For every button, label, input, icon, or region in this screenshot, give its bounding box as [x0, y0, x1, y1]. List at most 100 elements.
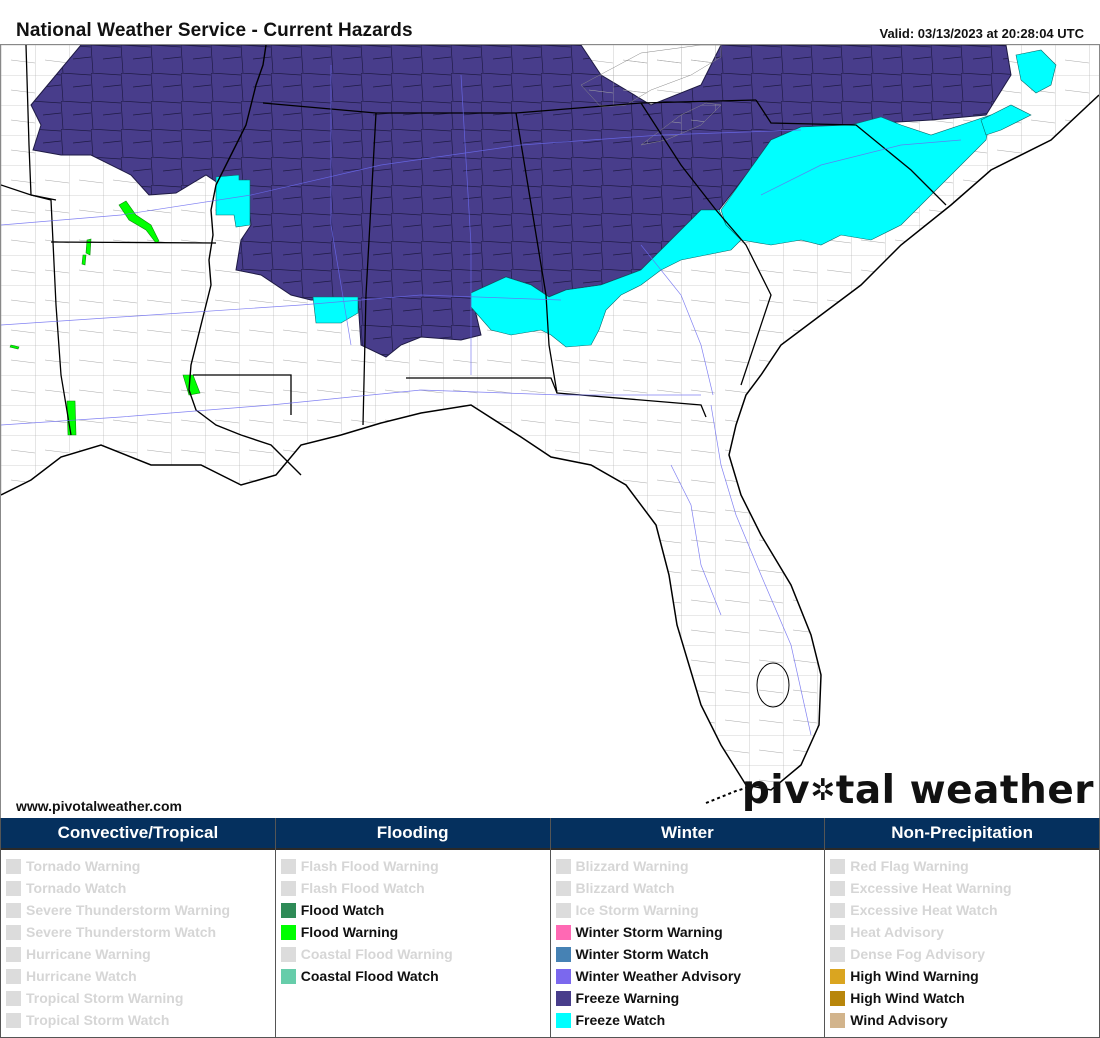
legend-item-label: Winter Storm Warning — [575, 924, 723, 940]
brand-left: piv — [741, 768, 811, 813]
legend-item-label: Heat Advisory — [850, 924, 944, 940]
color-swatch-icon — [280, 924, 296, 940]
color-swatch-icon — [280, 902, 296, 918]
legend-item[interactable]: Flash Flood Watch — [280, 877, 550, 899]
legend-item-label: Blizzard Warning — [575, 858, 689, 874]
legend-item-label: Tornado Watch — [26, 880, 127, 896]
legend-column-flooding: Flooding Flash Flood Warning Flash Flood W… — [275, 818, 551, 1038]
color-swatch-icon — [830, 990, 846, 1006]
legend-item-label: Hurricane Watch — [26, 968, 137, 984]
color-swatch-icon — [6, 1012, 21, 1028]
color-swatch-icon — [280, 946, 296, 962]
color-swatch-icon — [555, 858, 571, 874]
legend-item[interactable]: Tropical Storm Warning — [6, 987, 275, 1009]
legend-column-title: Flooding — [275, 818, 550, 850]
legend-item-label: Flash Flood Watch — [300, 880, 425, 896]
color-swatch-icon — [555, 924, 571, 940]
legend-item[interactable]: Hurricane Warning — [6, 943, 275, 965]
legend-item-label: Tropical Storm Watch — [26, 1012, 170, 1028]
color-swatch-icon — [830, 858, 846, 874]
legend-item[interactable]: Tropical Storm Watch — [6, 1009, 275, 1031]
color-swatch-icon — [6, 946, 21, 962]
color-swatch-icon — [555, 1012, 571, 1028]
legend-item-label: Winter Weather Advisory — [575, 968, 742, 984]
legend-item-label: Dense Fog Advisory — [850, 946, 986, 962]
legend-item[interactable]: Flood Watch — [280, 899, 550, 921]
legend-item[interactable]: Wind Advisory — [830, 1009, 1099, 1031]
legend-item[interactable]: Ice Storm Warning — [555, 899, 825, 921]
legend-item-label: Blizzard Watch — [575, 880, 675, 896]
legend-item[interactable]: Severe Thunderstorm Watch — [6, 921, 275, 943]
legend-item-label: Flood Warning — [300, 924, 399, 940]
legend-item-label: Severe Thunderstorm Warning — [26, 902, 231, 918]
color-swatch-icon — [830, 880, 846, 896]
legend-item-label: Flash Flood Warning — [300, 858, 439, 874]
legend-item-label: Ice Storm Warning — [575, 902, 699, 918]
legend-item[interactable]: Coastal Flood Watch — [280, 965, 550, 987]
legend-item[interactable]: Winter Storm Watch — [555, 943, 825, 965]
color-swatch-icon — [280, 880, 296, 896]
legend-item-label: Coastal Flood Warning — [300, 946, 453, 962]
color-swatch-icon — [6, 968, 21, 984]
hazard-legend: Convective/Tropical Tornado Warning Tornad… — [0, 818, 1100, 1038]
legend-item[interactable]: Blizzard Warning — [555, 855, 825, 877]
legend-item-label: Tornado Warning — [26, 858, 141, 874]
valid-time: Valid: 03/13/2023 at 20:28:04 UTC — [879, 26, 1084, 41]
legend-column-title: Winter — [550, 818, 825, 850]
legend-item[interactable]: Dense Fog Advisory — [830, 943, 1099, 965]
legend-list: Blizzard Warning Blizzard Watch Ice Storm … — [551, 850, 825, 1031]
legend-item-label: Excessive Heat Watch — [850, 902, 998, 918]
legend-item-label: Wind Advisory — [850, 1012, 948, 1028]
legend-list: Red Flag Warning Excessive Heat Warning Ex… — [825, 850, 1099, 1031]
legend-column-non-precipitation: Non-Precipitation Red Flag Warning Excessi… — [825, 818, 1100, 1038]
legend-column-convective-tropical: Convective/Tropical Tornado Warning Tornad… — [0, 818, 276, 1038]
legend-item[interactable]: Tornado Warning — [6, 855, 275, 877]
legend-item-label: Excessive Heat Warning — [850, 880, 1012, 896]
legend-item[interactable]: Winter Storm Warning — [555, 921, 825, 943]
legend-item-label: High Wind Warning — [850, 968, 979, 984]
color-swatch-icon — [280, 858, 296, 874]
color-swatch-icon — [6, 990, 21, 1006]
legend-item[interactable]: Hurricane Watch — [6, 965, 275, 987]
brand-right: tal weather — [835, 768, 1094, 813]
legend-item[interactable]: Flash Flood Warning — [280, 855, 550, 877]
color-swatch-icon — [280, 968, 296, 984]
hazard-map[interactable] — [0, 44, 1100, 819]
legend-column-title: Non-Precipitation — [825, 818, 1099, 850]
legend-item-label: Freeze Watch — [575, 1012, 666, 1028]
color-swatch-icon — [6, 858, 21, 874]
legend-item[interactable]: Severe Thunderstorm Warning — [6, 899, 275, 921]
legend-item[interactable]: High Wind Warning — [830, 965, 1099, 987]
legend-item[interactable]: High Wind Watch — [830, 987, 1099, 1009]
legend-list: Tornado Warning Tornado Watch Severe Thund… — [1, 850, 275, 1031]
legend-item[interactable]: Excessive Heat Warning — [830, 877, 1099, 899]
legend-item-label: High Wind Watch — [850, 990, 965, 1006]
legend-item[interactable]: Freeze Watch — [555, 1009, 825, 1031]
legend-item[interactable]: Winter Weather Advisory — [555, 965, 825, 987]
color-swatch-icon — [555, 968, 571, 984]
legend-item[interactable]: Freeze Warning — [555, 987, 825, 1009]
legend-item[interactable]: Flood Warning — [280, 921, 550, 943]
legend-item-label: Tropical Storm Warning — [26, 990, 184, 1006]
color-swatch-icon — [830, 946, 846, 962]
legend-item-label: Red Flag Warning — [850, 858, 969, 874]
gear-icon: ✲ — [810, 773, 836, 808]
map-canvas — [1, 45, 1099, 819]
color-swatch-icon — [6, 924, 21, 940]
legend-item[interactable]: Blizzard Watch — [555, 877, 825, 899]
website-url[interactable]: www.pivotalweather.com — [16, 798, 182, 814]
legend-list: Flash Flood Warning Flash Flood Watch Floo… — [276, 850, 550, 987]
legend-item[interactable]: Heat Advisory — [830, 921, 1099, 943]
color-swatch-icon — [6, 902, 21, 918]
legend-item[interactable]: Tornado Watch — [6, 877, 275, 899]
legend-item[interactable]: Excessive Heat Watch — [830, 899, 1099, 921]
pivotal-weather-logo: piv✲tal weather — [742, 768, 1094, 813]
legend-item-label: Coastal Flood Watch — [300, 968, 439, 984]
legend-item-label: Winter Storm Watch — [575, 946, 709, 962]
legend-item[interactable]: Red Flag Warning — [830, 855, 1099, 877]
legend-item[interactable]: Coastal Flood Warning — [280, 943, 550, 965]
color-swatch-icon — [555, 902, 571, 918]
legend-item-label: Hurricane Warning — [26, 946, 151, 962]
page-title: National Weather Service - Current Hazar… — [16, 20, 413, 41]
color-swatch-icon — [830, 902, 846, 918]
